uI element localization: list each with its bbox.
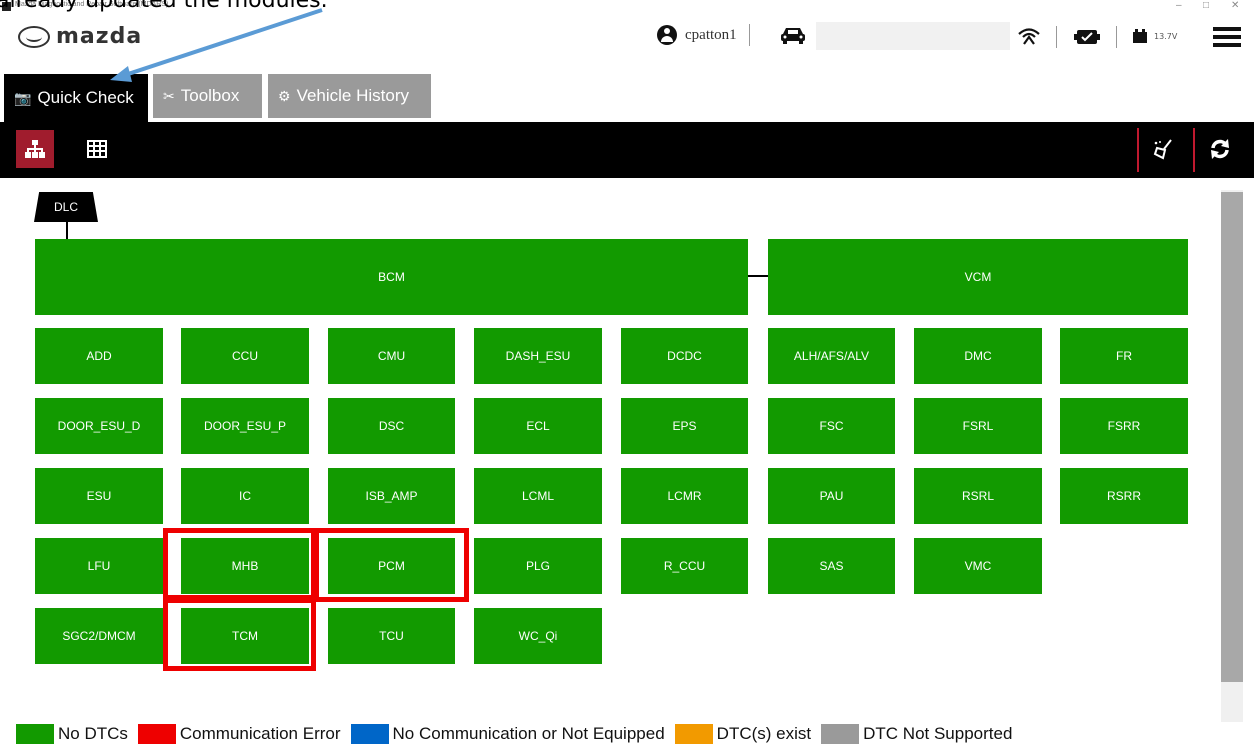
user-account[interactable]: cpatton1 — [657, 24, 750, 46]
module-fsrr[interactable]: FSRR — [1060, 398, 1188, 454]
close-button[interactable]: ✕ — [1231, 0, 1239, 11]
network-tree-icon — [25, 140, 45, 158]
vin-display — [816, 22, 1010, 50]
module-eps[interactable]: EPS — [621, 398, 748, 454]
module-tcu[interactable]: TCU — [328, 608, 455, 664]
annotation-arrow — [110, 8, 323, 82]
module-ecl[interactable]: ECL — [474, 398, 602, 454]
module-sas[interactable]: SAS — [768, 538, 895, 594]
table-view-button[interactable] — [78, 130, 116, 168]
clear-dtc-button[interactable] — [1145, 130, 1183, 168]
minimize-button[interactable]: – — [1176, 0, 1182, 11]
module-dsc[interactable]: DSC — [328, 398, 455, 454]
module-fsrl[interactable]: FSRL — [914, 398, 1042, 454]
maximize-button[interactable]: □ — [1203, 0, 1209, 11]
module-plg[interactable]: PLG — [474, 538, 602, 594]
legend-swatch-blue — [350, 724, 389, 744]
legend-swatch-gray — [821, 724, 860, 744]
divider — [1193, 128, 1195, 172]
module-sgc2-dmcm[interactable]: SGC2/DMCM — [35, 608, 163, 664]
user-icon — [657, 25, 677, 45]
module-wc-qi[interactable]: WC_Qi — [474, 608, 602, 664]
module-lfu[interactable]: LFU — [35, 538, 163, 594]
legend-label: No DTCs — [58, 724, 128, 743]
bus-connection-line — [748, 275, 768, 277]
vci-connected-icon[interactable] — [1074, 29, 1100, 45]
module-lcml[interactable]: LCML — [474, 468, 602, 524]
topology-view-button[interactable] — [16, 130, 54, 168]
legend-label: DTC(s) exist — [716, 724, 812, 743]
module-bcm[interactable]: BCM — [35, 239, 748, 315]
wireless-icon[interactable] — [1016, 26, 1042, 46]
tools-icon: ✂ — [163, 87, 175, 104]
divider — [1137, 128, 1139, 172]
module-isb-amp[interactable]: ISB_AMP — [328, 468, 455, 524]
tab-label: Quick Check — [37, 88, 134, 107]
module-dash-esu[interactable]: DASH_ESU — [474, 328, 602, 384]
module-rsrl[interactable]: RSRL — [914, 468, 1042, 524]
tab-label: Vehicle History — [296, 86, 409, 105]
module-ccu[interactable]: CCU — [181, 328, 309, 384]
camera-icon: 📷 — [14, 89, 32, 106]
divider — [1056, 26, 1057, 48]
module-add[interactable]: ADD — [35, 328, 163, 384]
car-icon[interactable] — [780, 26, 806, 44]
legend-label: No Communication or Not Equipped — [392, 724, 665, 743]
legend-label: DTC Not Supported — [863, 724, 1013, 743]
module-fr[interactable]: FR — [1060, 328, 1188, 384]
refresh-button[interactable] — [1201, 130, 1239, 168]
grid-table-icon — [87, 140, 107, 158]
module-cmu[interactable]: CMU — [328, 328, 455, 384]
highlight-box-pcm — [314, 528, 469, 602]
module-door-esu-d[interactable]: DOOR_ESU_D — [35, 398, 163, 454]
car-history-icon: ⚙ — [278, 87, 291, 104]
tab-label: Toolbox — [180, 86, 240, 105]
module-rsrr[interactable]: RSRR — [1060, 468, 1188, 524]
module-alh-afs-alv[interactable]: ALH/AFS/ALV — [768, 328, 895, 384]
module-vcm[interactable]: VCM — [768, 239, 1188, 315]
mazda-logo-icon — [18, 25, 50, 48]
user-name: cpatton1 — [685, 26, 737, 43]
module-lcmr[interactable]: LCMR — [621, 468, 748, 524]
module-ic[interactable]: IC — [181, 468, 309, 524]
module-dcdc[interactable]: DCDC — [621, 328, 748, 384]
module-pau[interactable]: PAU — [768, 468, 895, 524]
dlc-connection-line — [66, 222, 68, 240]
battery-voltage: 13.7V — [1154, 32, 1178, 41]
battery-icon — [1133, 29, 1147, 43]
status-legend: No DTCs Communication Error No Communica… — [16, 724, 1022, 744]
module-dmc[interactable]: DMC — [914, 328, 1042, 384]
module-vmc[interactable]: VMC — [914, 538, 1042, 594]
highlight-box-mhb — [163, 528, 316, 600]
module-esu[interactable]: ESU — [35, 468, 163, 524]
module-door-esu-p[interactable]: DOOR_ESU_P — [181, 398, 309, 454]
dlc-connector: DLC — [34, 192, 98, 222]
scrollbar-thumb[interactable] — [1221, 192, 1243, 682]
legend-swatch-red — [137, 724, 176, 744]
module-fsc[interactable]: FSC — [768, 398, 895, 454]
module-r-ccu[interactable]: R_CCU — [621, 538, 748, 594]
divider — [748, 24, 750, 46]
divider — [1116, 26, 1117, 48]
view-toolbar — [0, 122, 1254, 178]
network-topology-diagram: DLC BCM VCM ADD CCU CMU DASH_ESU DCDC AL… — [0, 178, 1205, 688]
hamburger-menu-icon[interactable] — [1213, 27, 1241, 47]
legend-swatch-orange — [674, 724, 713, 744]
refresh-icon — [1211, 139, 1229, 159]
legend-swatch-green — [16, 724, 54, 744]
legend-label: Communication Error — [179, 724, 341, 743]
broom-icon — [1153, 139, 1172, 160]
highlight-box-tcm — [163, 598, 316, 671]
